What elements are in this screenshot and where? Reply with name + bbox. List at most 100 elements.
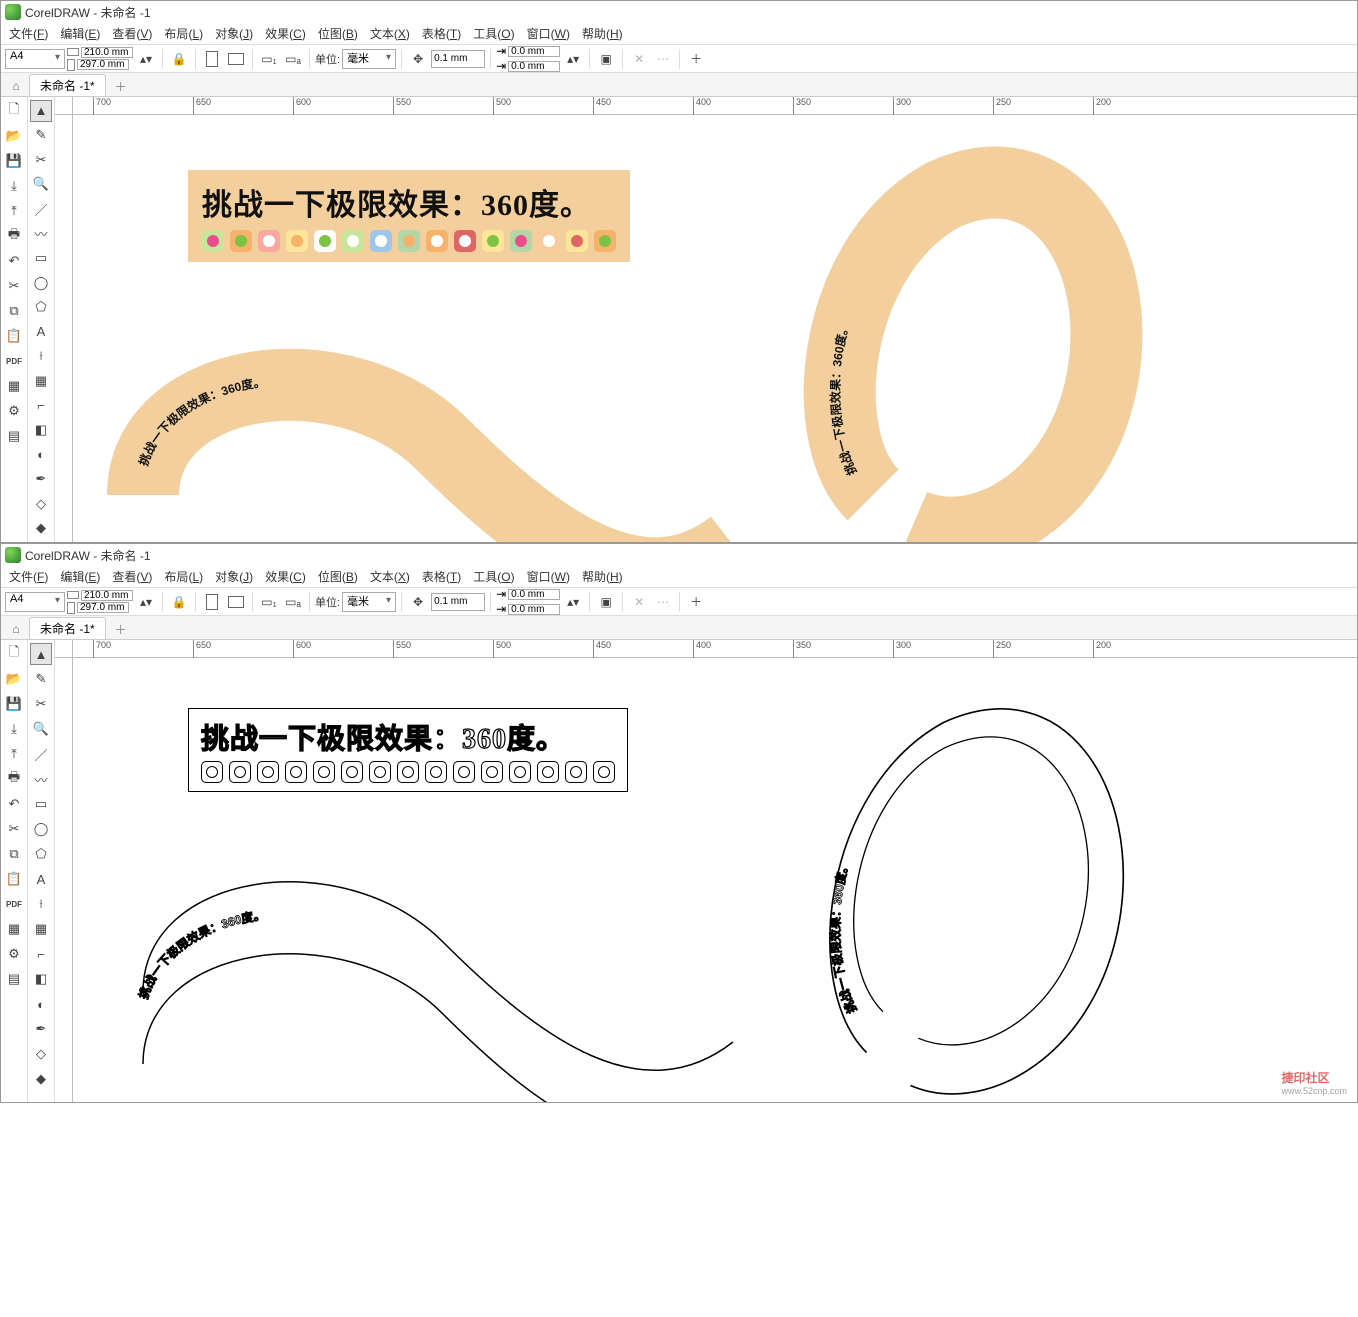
page-height-input[interactable]: [77, 59, 129, 70]
open-icon[interactable]: 📂: [3, 125, 25, 147]
banner-rect-outline[interactable]: 挑战一下极限效果：360度。: [188, 708, 628, 792]
dup-y-input[interactable]: [508, 61, 560, 72]
spinner-buttons[interactable]: ▴▾: [135, 48, 157, 70]
menu-help-2[interactable]: 帮助(H): [576, 566, 629, 587]
snap-options-button-2[interactable]: ⋯: [652, 591, 674, 613]
save-icon-2[interactable]: 💾: [3, 693, 25, 715]
print-icon-2[interactable]: 🖶: [3, 768, 25, 790]
current-page-button-2[interactable]: ▭ₐ: [282, 591, 304, 613]
import-icon[interactable]: ⤓: [3, 175, 25, 197]
rectangle-tool-icon-2[interactable]: ▭: [30, 793, 52, 815]
menu-view[interactable]: 查看(V): [106, 23, 158, 44]
ring-curve-outline[interactable]: 挑战一下极限效果：360度。: [773, 673, 1143, 1102]
cut-icon-2[interactable]: ✂: [3, 818, 25, 840]
save-icon[interactable]: 💾: [3, 150, 25, 172]
menu-text-2[interactable]: 文本(X): [364, 566, 416, 587]
menu-layout-2[interactable]: 布局(L): [158, 566, 209, 587]
ruler-vertical-2[interactable]: [55, 658, 73, 1102]
treat-as-filled-button[interactable]: ▣: [595, 48, 617, 70]
menu-layout[interactable]: 布局(L): [158, 23, 209, 44]
units-select[interactable]: 毫米: [342, 49, 396, 69]
spinner-buttons-3[interactable]: ▴▾: [135, 591, 157, 613]
artistic-tool-icon-2[interactable]: 〰: [30, 768, 52, 790]
menu-tools-2[interactable]: 工具(O): [467, 566, 520, 587]
spinner-buttons-4[interactable]: ▴▾: [562, 591, 584, 613]
pdf-icon[interactable]: PDF: [3, 350, 25, 372]
add-preset-button-2[interactable]: ＋: [685, 591, 707, 613]
cut-icon[interactable]: ✂: [3, 275, 25, 297]
paste-icon[interactable]: 📋: [3, 325, 25, 347]
dimension-tool-icon[interactable]: ⟊: [30, 346, 52, 368]
units-select-2[interactable]: 毫米: [342, 592, 396, 612]
s-curve-artwork[interactable]: 挑战一下极限效果：360度。: [93, 295, 773, 542]
document-tab-2[interactable]: 未命名 -1*: [29, 617, 106, 639]
shadow-tool-icon-2[interactable]: ◧: [30, 968, 52, 990]
menu-window[interactable]: 窗口(W): [521, 23, 576, 44]
canvas-area[interactable]: 700 650 600 550 500 450 400 350 300 250 …: [55, 97, 1357, 542]
ruler-vertical[interactable]: [55, 115, 73, 542]
menu-object[interactable]: 对象(J): [209, 23, 259, 44]
menu-text[interactable]: 文本(X): [364, 23, 416, 44]
script-icon-2[interactable]: ▦: [3, 918, 25, 940]
page-height-input-2[interactable]: [77, 602, 129, 613]
treat-as-filled-button-2[interactable]: ▣: [595, 591, 617, 613]
undo-icon-2[interactable]: ↶: [3, 793, 25, 815]
fill-tool-icon[interactable]: ◆: [30, 518, 52, 540]
spinner-buttons-2[interactable]: ▴▾: [562, 48, 584, 70]
ellipse-tool-icon[interactable]: ◯: [30, 272, 52, 294]
drawing-page-2[interactable]: 挑战一下极限效果：360度。 挑战一下极限效果：360度。 挑战一下极限效果：3…: [73, 658, 1357, 1102]
connector-tool-icon[interactable]: ⌐: [30, 395, 52, 417]
menu-view-2[interactable]: 查看(V): [106, 566, 158, 587]
table-tool-icon[interactable]: ▦: [30, 370, 52, 392]
zoom-tool-icon-2[interactable]: 🔍: [30, 718, 52, 740]
welcome-tab[interactable]: ⌂: [5, 76, 27, 96]
snap-off-button[interactable]: ✕: [628, 48, 650, 70]
menu-window-2[interactable]: 窗口(W): [521, 566, 576, 587]
orientation-landscape-button-2[interactable]: [225, 591, 247, 613]
current-page-button[interactable]: ▭ₐ: [282, 48, 304, 70]
pdf-icon-2[interactable]: PDF: [3, 893, 25, 915]
table-tool-icon-2[interactable]: ▦: [30, 918, 52, 940]
freehand-tool-icon[interactable]: ／: [30, 198, 52, 220]
snap-options-button[interactable]: ⋯: [652, 48, 674, 70]
orientation-landscape-button[interactable]: [225, 48, 247, 70]
ruler-horizontal-2[interactable]: 700 650 600 550 500 450 400 350 300 250 …: [73, 640, 1357, 658]
menu-edit[interactable]: 编辑(E): [54, 23, 106, 44]
lock-ratio-button[interactable]: 🔒: [168, 48, 190, 70]
dup-x-input[interactable]: [508, 46, 560, 57]
script-icon[interactable]: ▦: [3, 375, 25, 397]
lock-ratio-button-2[interactable]: 🔒: [168, 591, 190, 613]
transparency-tool-icon-2[interactable]: ◐: [30, 993, 52, 1015]
copy-icon[interactable]: ⧉: [3, 300, 25, 322]
page-size-select-2[interactable]: A4: [5, 592, 65, 612]
banner-rect[interactable]: 挑战一下极限效果：360度。: [188, 170, 630, 262]
menu-bitmap-2[interactable]: 位图(B): [312, 566, 364, 587]
crop-tool-icon-2[interactable]: ✂: [30, 693, 52, 715]
polygon-tool-icon-2[interactable]: ⬠: [30, 843, 52, 865]
menu-table[interactable]: 表格(T): [416, 23, 467, 44]
launcher-icon-2[interactable]: ▤: [3, 968, 25, 990]
print-icon[interactable]: 🖶: [3, 225, 25, 247]
menu-effects-2[interactable]: 效果(C): [259, 566, 312, 587]
freehand-tool-icon-2[interactable]: ／: [30, 743, 52, 765]
zoom-tool-icon[interactable]: 🔍: [30, 174, 52, 196]
export-icon-2[interactable]: ⤒: [3, 743, 25, 765]
new-tab-button[interactable]: ＋: [110, 76, 132, 96]
ruler-origin-2[interactable]: [55, 640, 73, 658]
shadow-tool-icon[interactable]: ◧: [30, 419, 52, 441]
shape-tool-icon-2[interactable]: ✎: [30, 668, 52, 690]
page-width-input[interactable]: [81, 47, 133, 58]
dup-y-input-2[interactable]: [508, 604, 560, 615]
polygon-tool-icon[interactable]: ⬠: [30, 297, 52, 319]
transparency-tool-icon[interactable]: ◐: [30, 444, 52, 466]
menu-bitmap[interactable]: 位图(B): [312, 23, 364, 44]
all-pages-button[interactable]: ▭₁: [258, 48, 280, 70]
options-icon[interactable]: ⚙: [3, 400, 25, 422]
canvas-area-2[interactable]: 700 650 600 550 500 450 400 350 300 250 …: [55, 640, 1357, 1102]
eyedropper-tool-icon-2[interactable]: ✒: [30, 1018, 52, 1040]
dup-x-input-2[interactable]: [508, 589, 560, 600]
launcher-icon[interactable]: ▤: [3, 425, 25, 447]
all-pages-button-2[interactable]: ▭₁: [258, 591, 280, 613]
undo-icon[interactable]: ↶: [3, 250, 25, 272]
eyedropper-tool-icon[interactable]: ✒: [30, 468, 52, 490]
